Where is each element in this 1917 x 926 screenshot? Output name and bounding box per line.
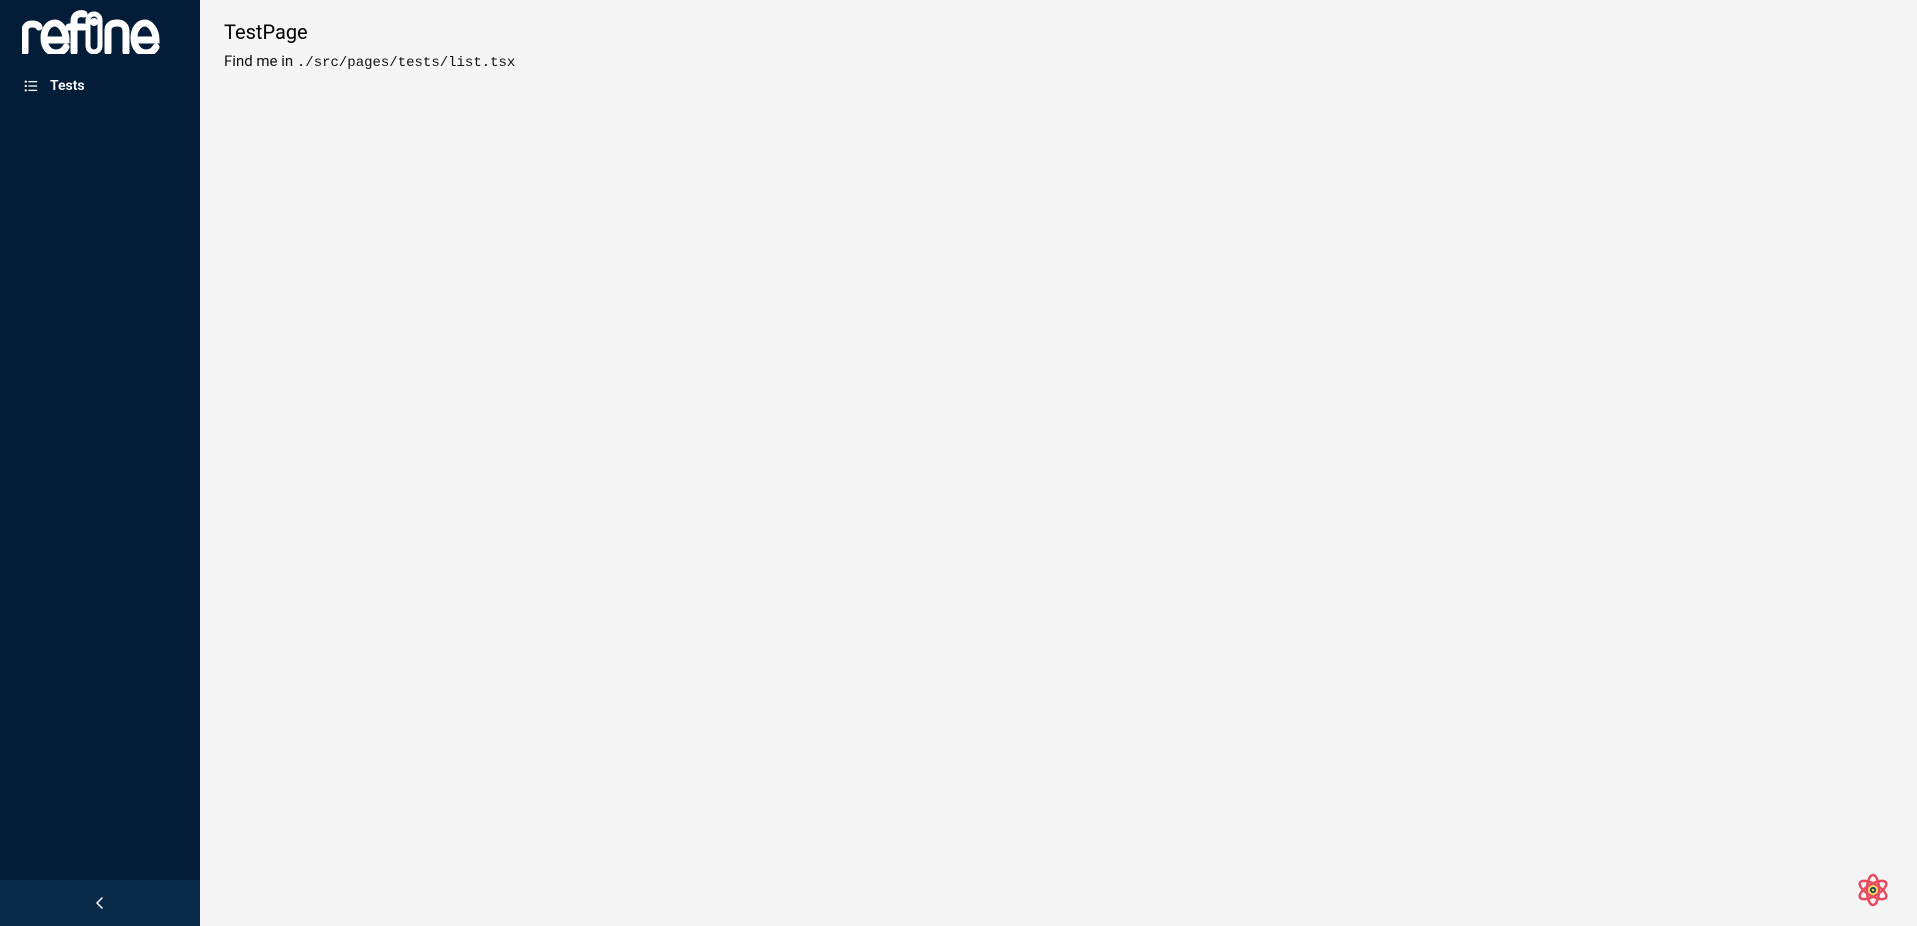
subtitle-path: ./src/pages/tests/list.tsx <box>297 55 515 71</box>
sidebar-item-tests[interactable]: Tests <box>0 70 200 102</box>
page-title: TestPage <box>224 20 1893 44</box>
subtitle-prefix: Find me in <box>224 52 297 70</box>
app-layout: Tests TestPage Find me in ./src/pages/te… <box>0 0 1917 926</box>
sidebar-item-label: Tests <box>50 78 85 94</box>
logo[interactable] <box>0 0 200 68</box>
sidebar: Tests <box>0 0 200 926</box>
react-query-devtools-button[interactable] <box>1855 872 1891 908</box>
main-content: TestPage Find me in ./src/pages/tests/li… <box>200 0 1917 926</box>
react-query-icon <box>1855 872 1891 908</box>
page-subtitle: Find me in ./src/pages/tests/list.tsx <box>224 52 1893 71</box>
chevron-left-icon <box>95 897 105 909</box>
refine-logo <box>22 10 176 54</box>
sidebar-collapse-button[interactable] <box>0 880 200 926</box>
sidebar-nav: Tests <box>0 68 200 880</box>
list-icon <box>24 79 38 93</box>
